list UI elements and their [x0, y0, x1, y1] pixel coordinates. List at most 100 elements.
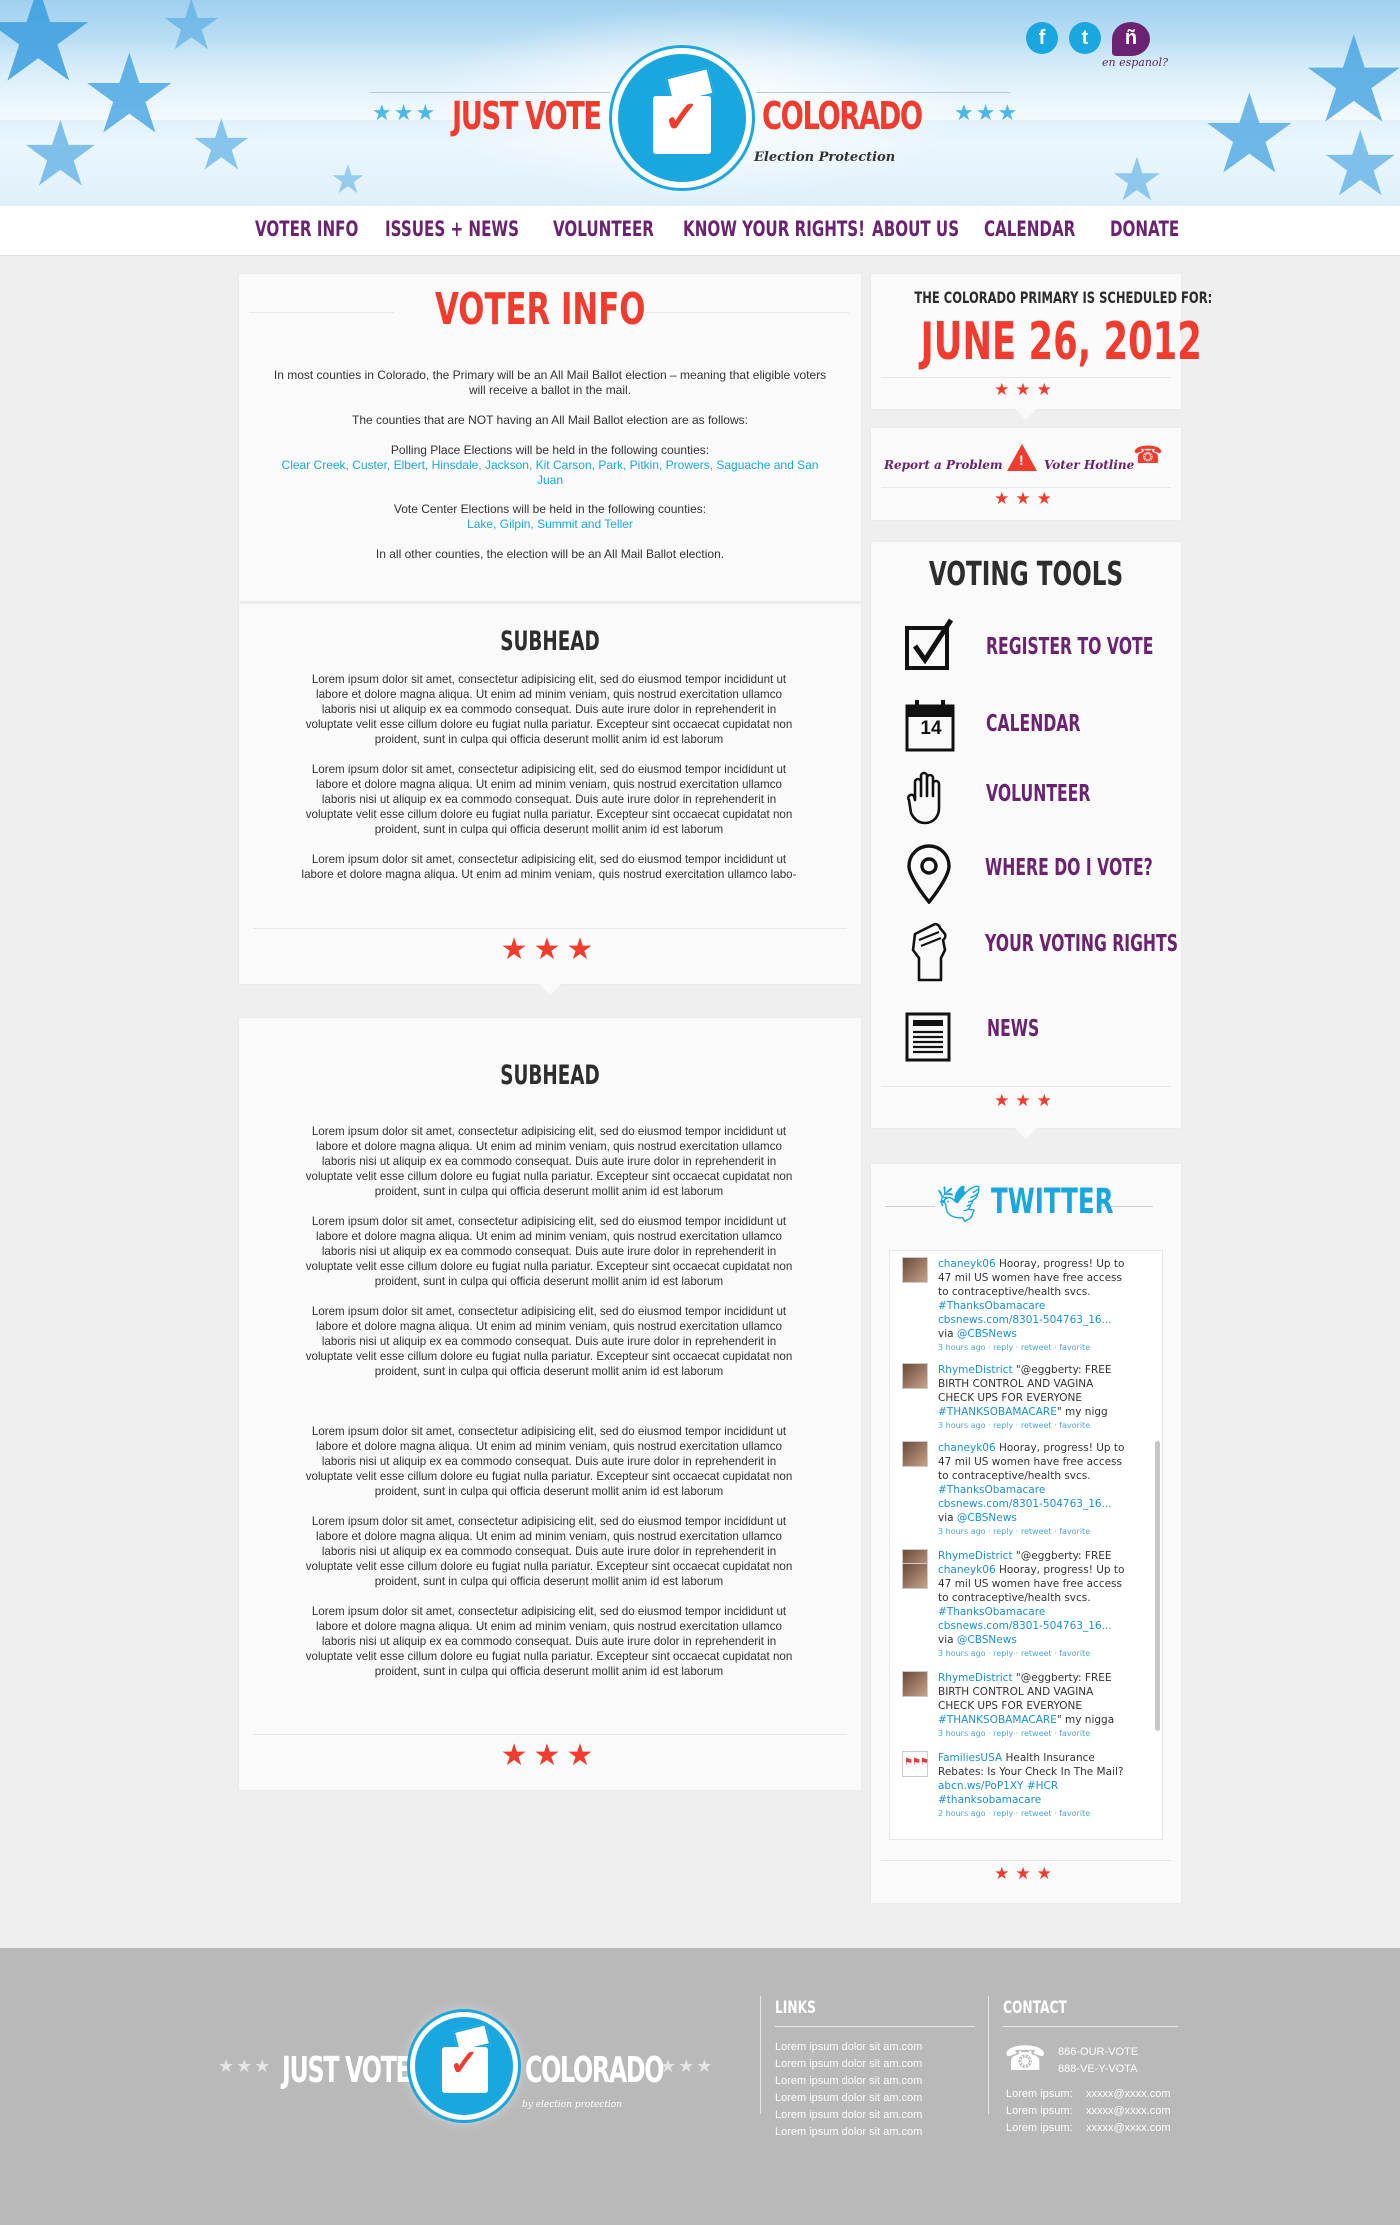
stars-divider: ★★★: [994, 1864, 1058, 1883]
divider: [881, 1086, 1171, 1087]
star-decoration: ★: [330, 158, 366, 202]
divider: [881, 1860, 1171, 1861]
divider: [881, 377, 1171, 378]
calendar-icon[interactable]: 14: [905, 700, 955, 752]
tools-title: VOTING TOOLS: [928, 554, 1124, 593]
tool-calendar[interactable]: CALENDAR: [986, 711, 1080, 737]
avatar[interactable]: [902, 1549, 928, 1563]
nav-know-your-rights[interactable]: KNOW YOUR RIGHTS!: [683, 217, 865, 241]
footer-links-title: LINKS: [775, 1998, 816, 2018]
footer-rule: [1003, 2026, 1178, 2027]
tool-your-voting-rights[interactable]: YOUR VOTING RIGHTS: [985, 931, 1178, 957]
site-logo[interactable]: ★★★ JUST VOTE ✓ COLORADO ★★★ Election Pr…: [370, 48, 1017, 188]
footer-contact-label: Lorem ipsum:: [1006, 2105, 1073, 2117]
twitter-icon[interactable]: t: [1069, 22, 1101, 54]
espanol-icon[interactable]: ñ: [1112, 22, 1150, 56]
tool-news[interactable]: NEWS: [987, 1016, 1039, 1042]
avatar[interactable]: [902, 1563, 928, 1589]
footer-divider: [760, 1996, 761, 2114]
families-usa-logo-icon[interactable]: ⚑⚑⚑: [902, 1751, 929, 1777]
nav-volunteer[interactable]: VOLUNTEER: [553, 217, 654, 241]
footer-ballot-box-icon[interactable]: ✓: [410, 2012, 518, 2120]
phone-icon: ☎: [1004, 2040, 1047, 2078]
title-rule: [249, 312, 394, 313]
footer-link[interactable]: Lorem ipsum dolor sit am.com: [775, 2058, 922, 2070]
article-paragraph: Lorem ipsum dolor sit amet, consectetur …: [305, 673, 793, 746]
site-header: ★ ★ ★ ★ ★ ★ ★ ★ ★ ★ ★★★ JUST VOTE ✓ COLO…: [0, 0, 1400, 206]
site-footer: ★★★ JUST VOTE ✓ COLORADO ★★★ by election…: [0, 1948, 1400, 2225]
polling-place-counties[interactable]: Clear Creek, Custer, Elbert, Hinsdale, J…: [269, 458, 831, 488]
tweet-feed[interactable]: chaneyk06 Hooray, progress! Up to 47 mil…: [889, 1250, 1163, 1840]
star-decoration: ★: [190, 106, 253, 184]
footer-link[interactable]: Lorem ipsum dolor sit am.com: [775, 2075, 922, 2087]
article-paragraph: Lorem ipsum dolor sit amet, consectetur …: [305, 763, 793, 836]
avatar[interactable]: [902, 1363, 928, 1389]
footer-contact-email[interactable]: xxxxx@xxxx.com: [1086, 2088, 1171, 2100]
tool-register-to-vote[interactable]: REGISTER TO VOTE: [986, 634, 1153, 660]
main-nav: VOTER INFO ISSUES + NEWS VOLUNTEER KNOW …: [0, 206, 1400, 256]
tool-volunteer[interactable]: VOLUNTEER: [986, 781, 1090, 807]
primary-label: THE COLORADO PRIMARY IS SCHEDULED FOR:: [914, 288, 1213, 307]
avatar[interactable]: [902, 1441, 928, 1467]
nav-about-us[interactable]: ABOUT US: [872, 217, 959, 241]
primary-date: JUNE 26, 2012: [920, 312, 1202, 372]
article-panel: SUBHEAD Lorem ipsum dolor sit amet, cons…: [239, 1018, 861, 1790]
footer-contact-email[interactable]: xxxxx@xxxx.com: [1086, 2105, 1171, 2117]
hand-icon[interactable]: [905, 770, 955, 825]
vote-center-label: Vote Center Elections will be held in th…: [393, 502, 707, 516]
footer-link[interactable]: Lorem ipsum dolor sit am.com: [775, 2109, 922, 2121]
map-pin-icon[interactable]: [905, 844, 955, 905]
article-paragraph: Lorem ipsum dolor sit amet, consectetur …: [305, 1605, 793, 1678]
avatar[interactable]: [902, 1257, 928, 1283]
footer-link[interactable]: Lorem ipsum dolor sit am.com: [775, 2126, 922, 2138]
divider: [253, 1734, 847, 1735]
article-paragraph: Lorem ipsum dolor sit amet, consectetur …: [305, 1305, 793, 1378]
voter-info-panel: VOTER INFO In most counties in Colorado,…: [239, 274, 861, 601]
title-rule: [644, 312, 849, 313]
footer-stars-right: ★★★: [660, 2056, 715, 2076]
article-paragraph: Lorem ipsum dolor sit amet, consectetur …: [305, 1215, 793, 1288]
twitter-bird-icon: 🕊: [936, 1183, 982, 1224]
star-decoration: ★: [160, 0, 223, 64]
footer-contact-label: Lorem ipsum:: [1006, 2122, 1073, 2134]
report-problem-link[interactable]: Report a Problem: [884, 458, 1003, 472]
article-subhead: SUBHEAD: [500, 626, 600, 657]
nav-voter-info[interactable]: VOTER INFO: [255, 217, 358, 241]
footer-logo-tagline: by election protection: [522, 2100, 623, 2110]
logo-stars-left: ★★★: [372, 100, 438, 125]
footer-link[interactable]: Lorem ipsum dolor sit am.com: [775, 2041, 922, 2053]
footer-phone[interactable]: 866-OUR-VOTE: [1058, 2046, 1138, 2058]
footer-phone[interactable]: 888-VE-Y-VOTA: [1058, 2063, 1137, 2075]
stars-divider: ★★★: [500, 933, 600, 966]
vote-center-counties[interactable]: Lake, Gilpin, Summit and Teller: [269, 517, 831, 532]
footer-contact-title: CONTACT: [1003, 1998, 1067, 2018]
panel-notch: [1015, 1128, 1037, 1139]
star-decoration: ★: [1320, 115, 1400, 206]
footer-contact-email[interactable]: xxxxx@xxxx.com: [1086, 2122, 1171, 2134]
footer-link[interactable]: Lorem ipsum dolor sit am.com: [775, 2092, 922, 2104]
stars-divider: ★★★: [994, 380, 1058, 399]
panel-notch: [1015, 409, 1037, 420]
phone-icon[interactable]: ☎: [1133, 444, 1163, 468]
star-decoration: ★: [20, 105, 101, 205]
avatar[interactable]: [902, 1671, 928, 1697]
article-paragraph: Lorem ipsum dolor sit amet, consectetur …: [305, 1425, 793, 1498]
nav-calendar[interactable]: CALENDAR: [984, 217, 1075, 241]
voter-hotline-link[interactable]: Voter Hotline: [1044, 458, 1134, 472]
tool-where-do-i-vote[interactable]: WHERE DO I VOTE?: [985, 855, 1153, 881]
facebook-icon[interactable]: f: [1026, 22, 1058, 54]
page-title: VOTER INFO: [435, 284, 646, 335]
checkbox-icon[interactable]: [905, 618, 955, 670]
fist-icon[interactable]: [905, 920, 955, 982]
scrollbar[interactable]: [1155, 1441, 1160, 1731]
warning-icon[interactable]: !: [1007, 444, 1037, 471]
espanol-link[interactable]: en espanol?: [1102, 56, 1168, 69]
calendar-day: 14: [920, 718, 942, 739]
nav-donate[interactable]: DONATE: [1110, 217, 1179, 241]
footer-logo-right: COLORADO: [525, 2050, 664, 2091]
article-paragraph: Lorem ipsum dolor sit amet, consectetur …: [305, 1125, 793, 1198]
nav-issues-news[interactable]: ISSUES + NEWS: [385, 217, 519, 241]
newspaper-icon[interactable]: [905, 1012, 955, 1064]
voter-info-closing: In all other counties, the election will…: [375, 547, 725, 561]
tweet[interactable]: RhymeDistrict "@eggberty: FREE BIRTH CON…: [902, 1549, 1152, 1563]
